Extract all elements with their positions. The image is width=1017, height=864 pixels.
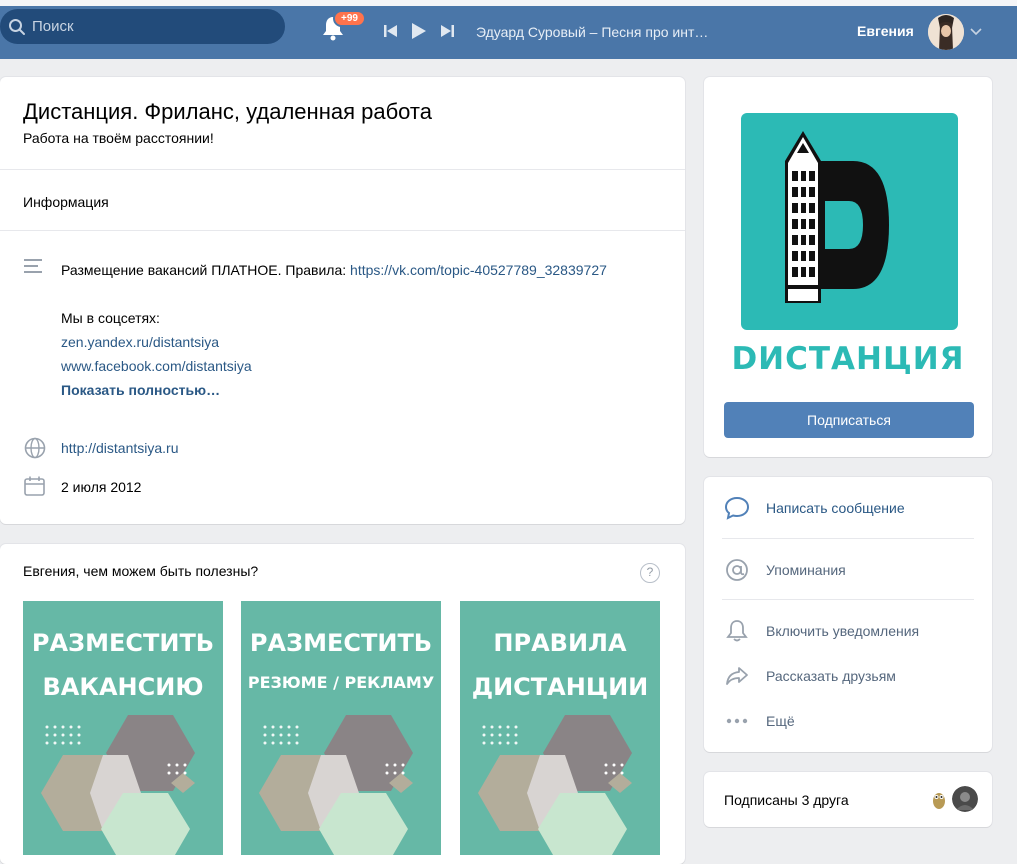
show-more-link[interactable]: Показать полностью… bbox=[61, 378, 661, 402]
more-dots-icon bbox=[726, 718, 748, 724]
action-label: Упоминания bbox=[766, 562, 846, 578]
created-date: 2 июля 2012 bbox=[61, 479, 142, 495]
enable-notifications-action[interactable]: Включить уведомления bbox=[724, 619, 919, 643]
search-icon bbox=[9, 18, 25, 35]
tile-post-vacancy[interactable]: РАЗМЕСТИТЬ ВАКАНСИЮ bbox=[23, 601, 223, 855]
info-section-header: Информация bbox=[23, 194, 109, 210]
social-header: Мы в соцсетях: bbox=[61, 310, 160, 326]
next-track-icon[interactable] bbox=[441, 24, 454, 38]
divider bbox=[722, 538, 974, 539]
tile-title: РАЗМЕСТИТЬ bbox=[31, 629, 215, 657]
friend-avatar[interactable] bbox=[926, 786, 952, 812]
action-label: Написать сообщение bbox=[766, 500, 905, 516]
action-label: Рассказать друзьям bbox=[766, 668, 896, 684]
message-bubble-icon bbox=[724, 496, 750, 520]
user-name[interactable]: Евгения bbox=[857, 23, 914, 39]
zen-link[interactable]: zen.yandex.ru/distantsiya bbox=[61, 334, 219, 350]
previous-track-icon[interactable] bbox=[384, 24, 397, 38]
facebook-link[interactable]: www.facebook.com/distantsiya bbox=[61, 358, 252, 374]
user-avatar[interactable] bbox=[928, 14, 964, 50]
search-input[interactable] bbox=[32, 18, 252, 35]
share-action[interactable]: Рассказать друзьям bbox=[724, 664, 896, 688]
play-icon[interactable] bbox=[411, 22, 427, 40]
divider bbox=[0, 169, 685, 170]
share-arrow-icon bbox=[726, 667, 748, 685]
notifications-badge[interactable]: +99 bbox=[333, 10, 366, 27]
bell-outline-icon bbox=[726, 620, 748, 642]
description-icon bbox=[24, 259, 42, 273]
help-question-icon[interactable]: ? bbox=[640, 563, 660, 583]
calendar-icon bbox=[24, 476, 45, 496]
globe-icon bbox=[24, 437, 46, 459]
action-label: Включить уведомления bbox=[766, 623, 920, 639]
description-text: Размещение вакансий ПЛАТНОЕ. Правила: bbox=[61, 262, 351, 278]
hexagon-pattern-graphic bbox=[41, 715, 195, 855]
page-status: Работа на твоём расстоянии! bbox=[23, 130, 214, 146]
now-playing-track[interactable]: Эдуард Суровый – Песня про инт… bbox=[476, 24, 708, 40]
tile-subtitle: РЕЗЮМЕ / РЕКЛАМУ bbox=[247, 673, 435, 692]
help-title: Евгения, чем можем быть полезны? bbox=[23, 563, 259, 579]
write-message-action[interactable]: Написать сообщение bbox=[724, 496, 905, 520]
tile-subtitle: ВАКАНСИЮ bbox=[42, 673, 204, 701]
chevron-down-icon[interactable] bbox=[970, 28, 982, 36]
logo-wordmark: DИСТАНЦИЯ bbox=[731, 341, 965, 377]
audio-player bbox=[384, 22, 454, 40]
friend-avatar[interactable] bbox=[952, 786, 978, 812]
at-sign-icon bbox=[726, 559, 748, 581]
website-link[interactable]: http://distantsiya.ru bbox=[61, 440, 179, 456]
group-description: Размещение вакансий ПЛАТНОЕ. Правила: ht… bbox=[61, 258, 661, 402]
rules-link[interactable]: https://vk.com/topic-40527789_32839727 bbox=[350, 262, 607, 278]
page-title: Дистанция. Фриланс, удаленная работа bbox=[23, 99, 432, 124]
hexagon-pattern-graphic bbox=[478, 715, 632, 855]
tile-rules[interactable]: ПРАВИЛА ДИСТАНЦИИ bbox=[460, 601, 660, 855]
tile-title: ПРАВИЛА bbox=[493, 629, 627, 657]
tile-post-resume[interactable]: РАЗМЕСТИТЬ РЕЗЮМЕ / РЕКЛАМУ bbox=[241, 601, 441, 855]
description-line: Размещение вакансий ПЛАТНОЕ. Правила: ht… bbox=[61, 258, 661, 282]
tile-title: РАЗМЕСТИТЬ bbox=[249, 629, 433, 657]
mentions-action[interactable]: Упоминания bbox=[724, 558, 846, 582]
group-logo[interactable] bbox=[741, 113, 958, 330]
divider bbox=[722, 599, 974, 600]
divider bbox=[0, 230, 685, 231]
search-box[interactable] bbox=[0, 9, 285, 44]
friends-subscribed-text: Подписаны 3 друга bbox=[724, 792, 849, 808]
logo-graphic bbox=[785, 131, 889, 303]
more-action[interactable]: Ещё bbox=[724, 709, 795, 733]
tile-subtitle: ДИСТАНЦИИ bbox=[471, 673, 649, 701]
hexagon-pattern-graphic bbox=[259, 715, 413, 855]
action-label: Ещё bbox=[766, 713, 795, 729]
subscribe-button[interactable]: Подписаться bbox=[724, 402, 974, 438]
